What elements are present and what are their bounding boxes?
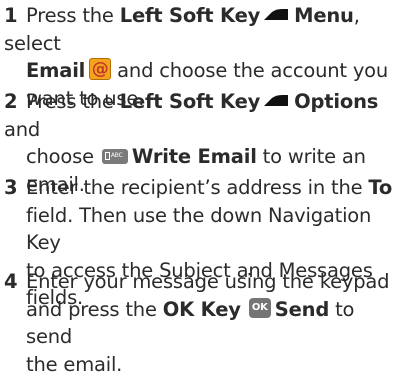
key-name: Left Soft Key bbox=[120, 90, 260, 113]
key-name: Left Soft Key bbox=[120, 4, 260, 27]
step-text: and choose the account you bbox=[111, 59, 388, 82]
key-action: Menu bbox=[294, 4, 354, 27]
left-soft-key-icon bbox=[262, 6, 290, 26]
step-line: the email. bbox=[4, 351, 400, 378]
menu-item-name: Write Email bbox=[132, 145, 257, 168]
step-text: Press the bbox=[26, 4, 120, 27]
step-text: Enter your message using the keypad bbox=[26, 270, 389, 293]
key-action: Send bbox=[275, 298, 329, 321]
step-text: and press the bbox=[26, 298, 163, 321]
step-text: field. Then use the down Navigation Key bbox=[26, 204, 371, 255]
step-text: to write an bbox=[257, 145, 366, 168]
step-number: 4 bbox=[4, 268, 26, 296]
step-number: 1 bbox=[4, 2, 26, 30]
step-text: the email. bbox=[26, 353, 122, 376]
menu-item-name: Email bbox=[26, 59, 85, 82]
left-soft-key-icon bbox=[262, 92, 290, 112]
key-action: Options bbox=[294, 90, 378, 113]
email-icon-glyph: @ bbox=[90, 59, 110, 79]
step-4: 4Enter your message using the keypad and… bbox=[4, 268, 400, 378]
ok-key-icon: OK bbox=[249, 298, 271, 318]
step-text: choose bbox=[26, 145, 100, 168]
write-email-icon-glyph: ABC bbox=[111, 152, 123, 160]
instruction-steps: 1Press the Left Soft KeyMenu, select Ema… bbox=[0, 0, 404, 352]
step-text: and bbox=[4, 118, 40, 141]
step-line: field. Then use the down Navigation Key bbox=[4, 202, 400, 257]
step-line: and press the OK KeyOKSend to send bbox=[4, 296, 400, 351]
key-name: OK Key bbox=[163, 298, 241, 321]
ok-key-icon-glyph: OK bbox=[249, 298, 271, 318]
step-line: 4Enter your message using the keypad bbox=[4, 268, 400, 296]
step-line: Email@ and choose the account you bbox=[4, 57, 400, 85]
field-name: To bbox=[368, 176, 392, 199]
step-text: Press the bbox=[26, 90, 120, 113]
write-email-icon: ABC bbox=[102, 149, 128, 164]
step-line: 1Press the Left Soft KeyMenu, select bbox=[4, 2, 400, 57]
email-icon: @ bbox=[89, 58, 111, 80]
step-text: Enter the recipient’s address in the bbox=[26, 176, 368, 199]
step-line: 3Enter the recipient’s address in the To bbox=[4, 174, 400, 202]
step-number: 3 bbox=[4, 174, 26, 202]
step-line: choose ABC Write Email to write an bbox=[4, 143, 400, 171]
step-line: 2Press the Left Soft Key Options and bbox=[4, 88, 400, 143]
step-number: 2 bbox=[4, 88, 26, 116]
